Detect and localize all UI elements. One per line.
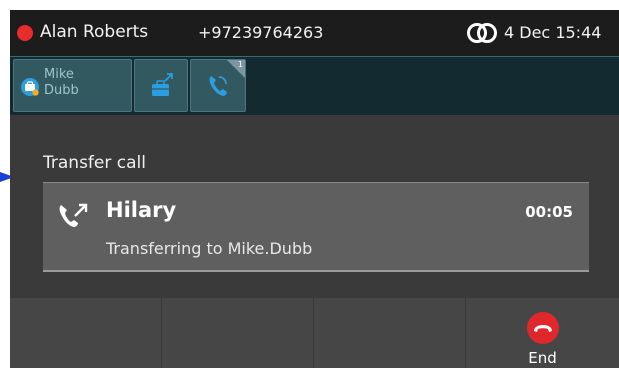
softkey-2[interactable]	[162, 298, 314, 368]
end-call-label: End	[528, 349, 557, 367]
badge-count: 1	[237, 60, 243, 69]
dss-key-label: Mike Dubb	[44, 67, 79, 99]
active-call-card[interactable]: Hilary 00:05 Transferring to Mike.Dubb	[43, 182, 589, 272]
conference-icon	[467, 23, 497, 43]
call-duration: 00:05	[525, 203, 573, 221]
softkey-3[interactable]	[314, 298, 466, 368]
dss-key-transfer[interactable]	[134, 59, 188, 112]
end-call-button[interactable]: End	[466, 298, 619, 368]
dss-key-label-line1: Mike	[44, 67, 74, 82]
outgoing-call-icon	[59, 203, 88, 227]
caller-name: Alan Roberts	[40, 22, 149, 42]
end-call-icon	[527, 312, 559, 344]
contact-badge-icon	[21, 78, 39, 96]
dss-key-calls[interactable]: 1	[190, 59, 246, 112]
phone-screen: Alan Roberts +97239764263 4 Dec 15:44 Mi…	[10, 10, 619, 368]
softkey-1[interactable]	[10, 298, 162, 368]
status-bar: Alan Roberts +97239764263 4 Dec 15:44	[10, 10, 619, 57]
softkey-bar: End	[10, 298, 619, 368]
recording-indicator	[17, 25, 33, 41]
call-party-name: Hilary	[106, 198, 177, 222]
dss-key-label-line2: Dubb	[44, 83, 79, 98]
date-time: 4 Dec 15:44	[504, 23, 602, 42]
caller-number: +97239764263	[198, 23, 324, 42]
call-status: Transferring to Mike.Dubb	[106, 239, 313, 258]
dss-key-bar: Mike Dubb 1	[10, 57, 619, 115]
page-title: Transfer call	[43, 153, 146, 173]
dss-key-contact[interactable]: Mike Dubb	[13, 59, 132, 112]
briefcase-transfer-icon	[152, 73, 173, 96]
